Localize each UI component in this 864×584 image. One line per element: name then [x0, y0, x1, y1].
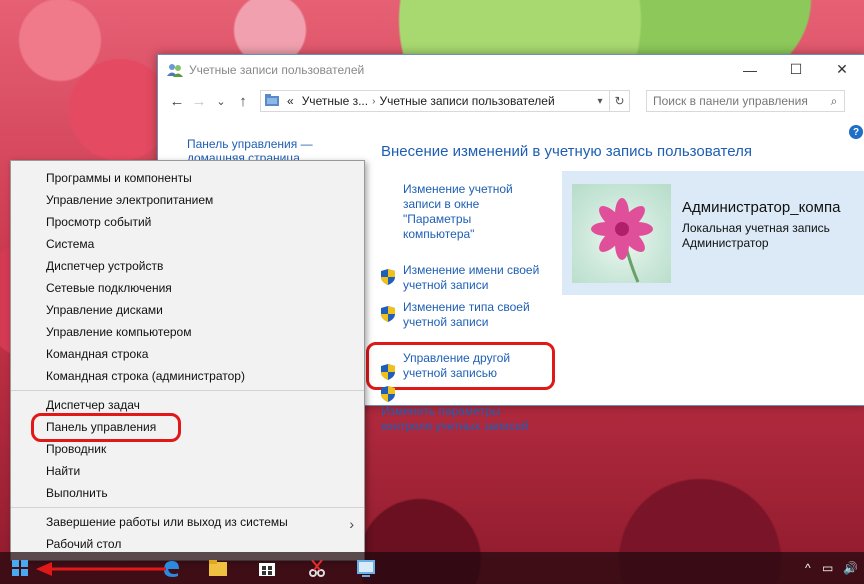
user-account-card: Администратор_компа Локальная учетная за… [562, 171, 864, 295]
store-icon[interactable] [257, 558, 277, 578]
change-uac-settings-link[interactable]: Изменить параметры контроля учетных запи… [381, 404, 528, 434]
menu-item-command-prompt[interactable]: Командная строка [46, 343, 148, 365]
recent-locations-button[interactable]: ⌄ [210, 95, 232, 108]
window-title: Учетные записи пользователей [189, 62, 365, 77]
submenu-chevron-icon: › [349, 516, 354, 532]
user-name: Администратор_компа [682, 199, 841, 216]
task-line: компьютера" [403, 227, 475, 241]
title-bar[interactable]: Учетные записи пользователей — ☐ ✕ [158, 55, 864, 84]
tray-overflow-chevron-icon[interactable]: ^ [805, 561, 811, 575]
task-line: учетной записи [403, 315, 489, 329]
windows-start-icon[interactable] [12, 560, 28, 576]
page-heading: Внесение изменений в учетную запись поль… [381, 143, 752, 160]
task-line: Изменение имени своей [403, 263, 540, 277]
menu-item-run[interactable]: Выполнить [46, 482, 108, 504]
maximize-button[interactable]: ☐ [773, 55, 819, 84]
breadcrumb-overflow[interactable]: « [283, 94, 298, 108]
menu-item-disk-management[interactable]: Управление дисками [46, 299, 163, 321]
menu-item-network-connections[interactable]: Сетевые подключения [46, 277, 172, 299]
user-avatar[interactable] [572, 184, 671, 283]
file-explorer-icon[interactable] [208, 558, 228, 578]
navigation-bar: ← → ⌄ ↑ « Учетные з... › Учетные записи … [158, 84, 864, 118]
menu-item-event-viewer[interactable]: Просмотр событий [46, 211, 151, 233]
account-role: Администратор [682, 236, 769, 250]
menu-item-computer-management[interactable]: Управление компьютером [46, 321, 191, 343]
change-account-name-link[interactable]: Изменение имени своей учетной записи [403, 263, 539, 293]
menu-item-shutdown-signout[interactable]: Завершение работы или выход из системы [46, 511, 288, 533]
menu-item-system[interactable]: Система [46, 233, 94, 255]
task-line: записи в окне [403, 197, 480, 211]
change-account-type-link[interactable]: Изменение типа своей учетной записи [403, 300, 530, 330]
task-line: Изменение типа своей [403, 300, 530, 314]
breadcrumb-user-accounts-parent[interactable]: Учетные з... [298, 94, 372, 108]
menu-item-power-options[interactable]: Управление электропитанием [46, 189, 213, 211]
volume-icon[interactable]: 🔊 [843, 561, 858, 575]
menu-item-device-manager[interactable]: Диспетчер устройств [46, 255, 163, 277]
close-button[interactable]: ✕ [819, 55, 864, 84]
change-account-in-pc-settings-link[interactable]: Изменение учетной записи в окне "Парамет… [403, 182, 513, 242]
uac-shield-icon [381, 269, 395, 285]
forward-button[interactable]: → [188, 93, 210, 110]
account-type: Локальная учетная запись [682, 221, 830, 235]
pointer-arrow [36, 562, 166, 576]
task-line: Изменение учетной [403, 182, 513, 196]
refresh-icon[interactable]: ↻ [610, 90, 630, 112]
folder-icon [261, 93, 283, 109]
task-line: Изменить параметры [381, 404, 501, 418]
task-line: учетной записи [403, 278, 489, 292]
address-dropdown-icon[interactable]: ▾ [591, 96, 609, 107]
uac-shield-icon [381, 386, 395, 402]
control-panel-icon[interactable] [356, 558, 376, 578]
home-link-line: Панель управления — [187, 137, 313, 151]
uac-shield-icon [381, 306, 395, 322]
menu-item-command-prompt-admin[interactable]: Командная строка (администратор) [46, 365, 245, 387]
search-placeholder: Поиск в панели управления [653, 94, 808, 108]
menu-separator [11, 507, 364, 508]
network-icon[interactable]: ▭ [822, 561, 833, 575]
snipping-tool-icon[interactable] [307, 558, 327, 578]
search-icon[interactable]: ⌕ [824, 94, 844, 109]
menu-separator [11, 390, 364, 391]
user-accounts-icon [166, 61, 184, 79]
breadcrumb-user-accounts[interactable]: Учетные записи пользователей [375, 94, 558, 108]
back-button[interactable]: ← [166, 93, 188, 110]
up-button[interactable]: ↑ [232, 93, 254, 110]
task-line: контроля учетных записей [381, 419, 529, 433]
power-user-menu: Программы и компоненты Управление электр… [10, 160, 365, 561]
task-line: "Параметры [403, 212, 472, 226]
highlight-outline [366, 342, 555, 390]
menu-item-programs-and-features[interactable]: Программы и компоненты [46, 167, 192, 189]
search-input[interactable]: Поиск в панели управления ⌕ [646, 90, 845, 112]
address-bar[interactable]: « Учетные з... › Учетные записи пользова… [260, 90, 610, 112]
menu-item-search[interactable]: Найти [46, 460, 80, 482]
menu-item-file-explorer[interactable]: Проводник [46, 438, 106, 460]
minimize-button[interactable]: — [727, 55, 773, 84]
help-icon[interactable]: ? [849, 125, 863, 139]
